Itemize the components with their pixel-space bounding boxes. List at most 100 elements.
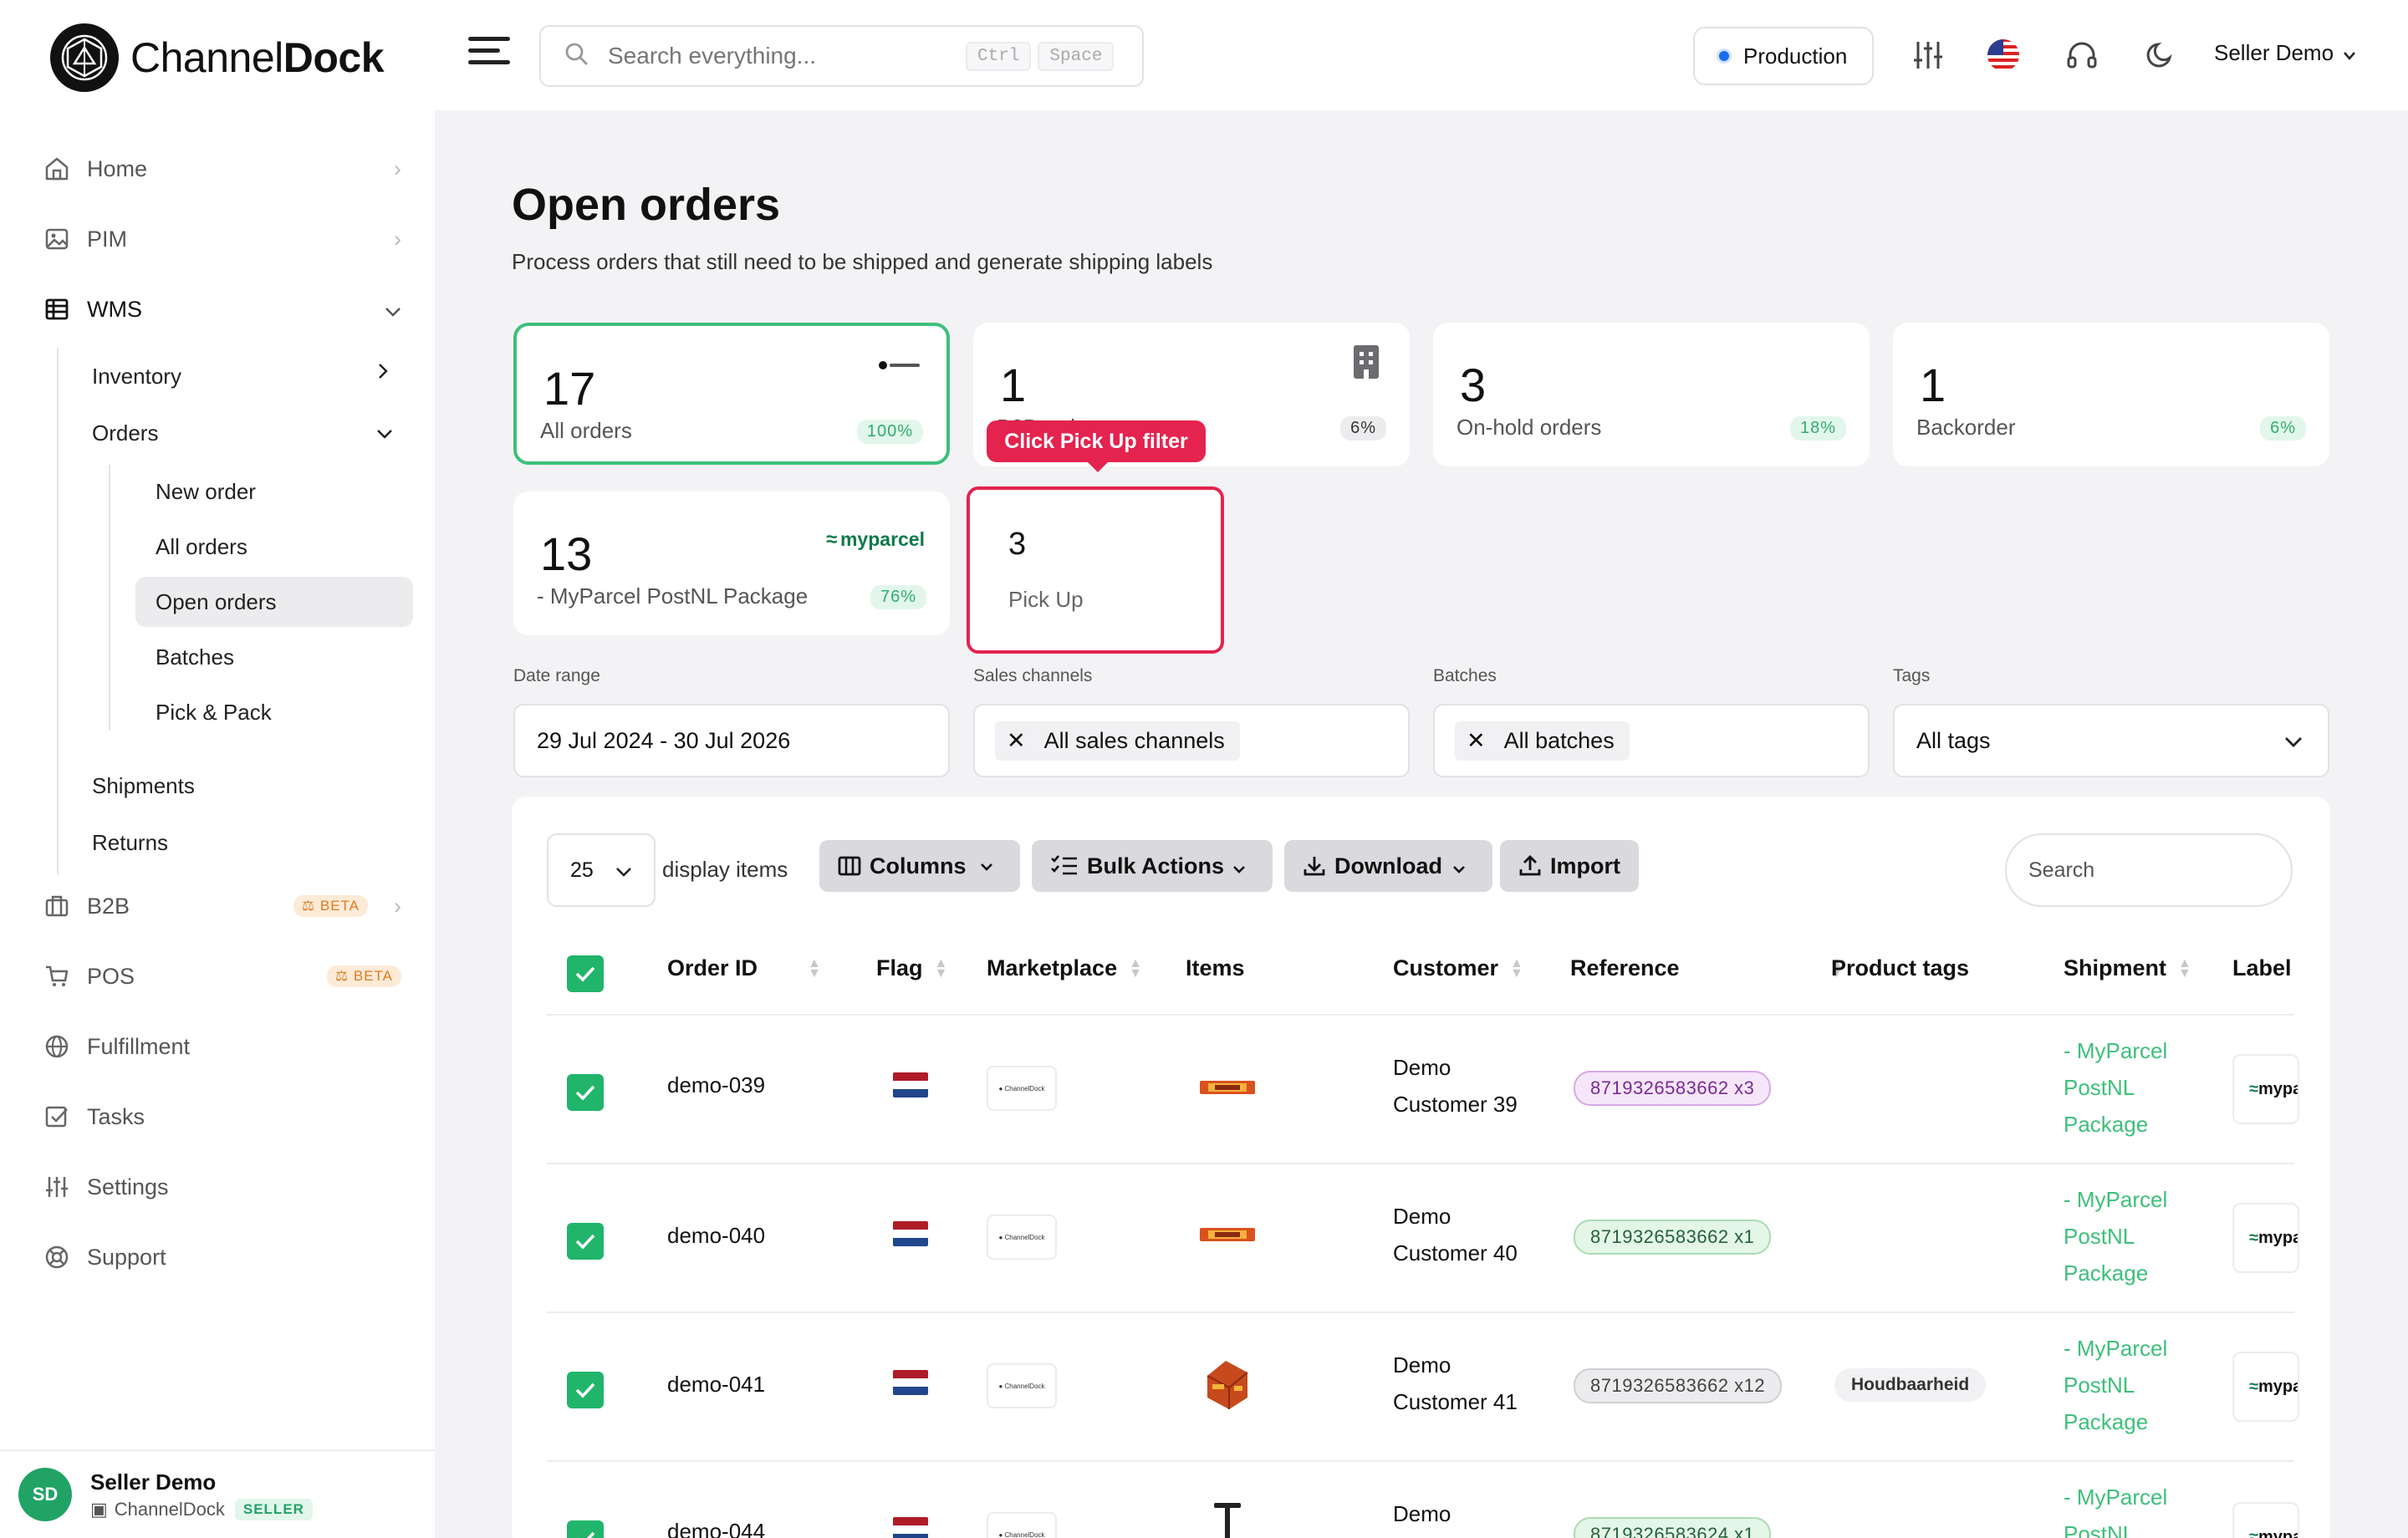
column-header-label: Label <box>2232 955 2292 980</box>
sidebar-item-settings[interactable]: Settings <box>42 1162 401 1212</box>
product-thumbnail[interactable] <box>1187 1194 1268 1275</box>
globe-icon <box>42 1031 72 1062</box>
stat-card-backorder[interactable]: 1 Backorder 6% <box>1893 323 2329 466</box>
headset-icon[interactable] <box>2064 37 2100 74</box>
sidebar-item-b2b[interactable]: B2B ⚖ BETA › <box>42 881 401 931</box>
environment-label: Production <box>1743 43 1848 69</box>
product-thumbnail[interactable] <box>1187 1343 1268 1423</box>
column-header-shipment[interactable]: Shipment ▲ ▼ <box>2064 955 2191 981</box>
per-page-value: 25 <box>570 858 594 882</box>
sidebar-item-all-orders[interactable]: All orders <box>156 522 247 572</box>
myparcel-logo-icon: ≈ <box>2249 1079 2258 1098</box>
stat-card-all-orders[interactable]: 17 All orders 100% <box>513 323 950 465</box>
column-header-customer[interactable]: Customer ▲ ▼ <box>1393 955 1523 981</box>
sidebar-item-home[interactable]: Home › <box>42 144 401 194</box>
shipment-method[interactable]: - MyParcel PostNL Package <box>2064 1330 2167 1440</box>
sort-icon: ▲ ▼ <box>1510 955 1523 980</box>
sidebar-item-pim[interactable]: PIM › <box>42 214 401 264</box>
sidebar-item-wms[interactable]: WMS <box>42 284 401 334</box>
download-button[interactable]: Download <box>1284 840 1492 892</box>
user-menu[interactable]: Seller Demo <box>2214 40 2356 66</box>
checklist-icon <box>1051 855 1077 875</box>
filter-sliders-icon[interactable] <box>1910 37 1946 74</box>
product-thumbnail[interactable] <box>1187 1047 1268 1128</box>
us-flag-icon[interactable] <box>1985 37 2022 74</box>
per-page-select[interactable]: 25 <box>547 833 656 907</box>
menu-toggle-icon[interactable] <box>468 37 510 70</box>
stat-percent: 100% <box>856 420 923 444</box>
columns-icon <box>838 856 861 876</box>
batches-select[interactable]: ✕ All batches <box>1433 704 1870 777</box>
sales-channels-select[interactable]: ✕ All sales channels <box>973 704 1410 777</box>
sidebar-item-support[interactable]: Support <box>42 1232 401 1282</box>
shipment-method[interactable]: - MyParcel PostNL <box>2064 1479 2167 1538</box>
reference-badge[interactable]: 8719326583662 x1 <box>1574 1220 1772 1255</box>
marketplace-logo[interactable]: ● ChannelDock <box>987 1215 1057 1260</box>
row-checkbox[interactable] <box>567 1372 604 1408</box>
sidebar-item-new-order[interactable]: New order <box>156 466 256 517</box>
row-checkbox[interactable] <box>567 1074 604 1111</box>
label-button[interactable]: ≈myparcel <box>2232 1352 2299 1422</box>
sidebar-item-batches[interactable]: Batches <box>156 632 234 682</box>
product-thumbnail[interactable] <box>1187 1487 1268 1538</box>
reference-badge[interactable]: 8719326583624 x1 <box>1574 1517 1772 1538</box>
marketplace-logo[interactable]: ● ChannelDock <box>987 1066 1057 1111</box>
global-search-input[interactable] <box>608 43 959 69</box>
column-header-reference[interactable]: Reference ▲ ▼ <box>1570 955 1843 981</box>
row-checkbox[interactable] <box>567 1223 604 1260</box>
sidebar-item-fulfillment[interactable]: Fulfillment <box>42 1021 401 1072</box>
sidebar-item-orders[interactable]: Orders <box>92 408 158 458</box>
order-id[interactable]: demo-039 <box>667 1072 765 1098</box>
column-header-order-id[interactable]: Order ID ▲ ▼ <box>667 955 821 981</box>
sidebar-item-open-orders[interactable]: Open orders <box>135 577 413 627</box>
environment-switch[interactable]: Production <box>1693 27 1874 85</box>
columns-button[interactable]: Columns <box>819 840 1020 892</box>
label-button[interactable]: ≈myparcel <box>2232 1054 2299 1124</box>
marketplace-logo[interactable]: ● ChannelDock <box>987 1363 1057 1408</box>
reference-badge[interactable]: 8719326583662 x3 <box>1574 1071 1772 1106</box>
product-tag[interactable]: Houdbaarheid <box>1834 1368 1987 1402</box>
sidebar-item-pick-pack[interactable]: Pick & Pack <box>156 687 272 737</box>
sidebar-item-returns[interactable]: Returns <box>92 817 168 868</box>
column-header-flag[interactable]: Flag ▲ ▼ <box>876 955 947 981</box>
stat-count: 13 <box>540 527 593 580</box>
column-header-marketplace[interactable]: Marketplace ▲ ▼ <box>987 955 1142 981</box>
sidebar-item-label: PIM <box>87 226 128 252</box>
display-items-label: display items <box>662 857 788 882</box>
remove-chip-icon[interactable]: ✕ <box>1467 728 1486 754</box>
shipment-method[interactable]: - MyParcel PostNL Package <box>2064 1032 2167 1143</box>
tags-select[interactable]: All tags <box>1893 704 2329 777</box>
row-checkbox[interactable] <box>567 1520 604 1538</box>
date-range-picker[interactable]: 29 Jul 2024 - 30 Jul 2026 <box>513 704 950 777</box>
stat-card-on-hold-orders[interactable]: 3 On-hold orders 18% <box>1433 323 1870 466</box>
order-id[interactable]: demo-040 <box>667 1223 765 1249</box>
reference-badge[interactable]: 8719326583662 x12 <box>1574 1368 1783 1403</box>
stat-card-pick-up[interactable]: 3 Pick Up <box>967 486 1224 654</box>
global-search[interactable]: Ctrl Space <box>539 25 1144 87</box>
sidebar-item-shipments[interactable]: Shipments <box>92 761 195 811</box>
sidebar-item-inventory[interactable]: Inventory <box>92 351 181 401</box>
moon-icon[interactable] <box>2140 37 2177 74</box>
stat-count: 1 <box>1920 359 1946 411</box>
bulk-actions-button[interactable]: Bulk Actions <box>1032 840 1273 892</box>
channeldock-logo[interactable]: ChannelDock <box>50 23 385 92</box>
remove-chip-icon[interactable]: ✕ <box>1007 728 1026 754</box>
column-header-product-tags: Product tags <box>1831 955 1970 980</box>
channeldock-small-logo: ● ChannelDock <box>998 1530 1045 1538</box>
shipment-method[interactable]: - MyParcel PostNL Package <box>2064 1181 2167 1291</box>
stat-card-myparcel[interactable]: 13 - MyParcel PostNL Package 76% ≈ myparc… <box>513 491 950 635</box>
import-button[interactable]: Import <box>1500 840 1639 892</box>
marketplace-logo[interactable]: ● ChannelDock <box>987 1512 1057 1538</box>
select-all-checkbox[interactable] <box>567 955 604 992</box>
sidebar-user-profile[interactable]: SD Seller Demo ▣ ChannelDock SELLER <box>0 1449 435 1538</box>
order-id[interactable]: demo-041 <box>667 1372 765 1398</box>
table-search-input[interactable] <box>2005 833 2293 907</box>
table-divider <box>547 1163 2294 1164</box>
sort-icon: ▲ ▼ <box>2178 955 2191 980</box>
label-button[interactable]: ≈myparcel <box>2232 1203 2299 1273</box>
sidebar-item-pos[interactable]: POS ⚖ BETA <box>42 951 401 1001</box>
label-button[interactable]: ≈myparcel <box>2232 1502 2299 1538</box>
sidebar-item-tasks[interactable]: Tasks <box>42 1092 401 1142</box>
sidebar-item-label: Settings <box>87 1174 169 1199</box>
order-id[interactable]: demo-044 <box>667 1519 765 1538</box>
